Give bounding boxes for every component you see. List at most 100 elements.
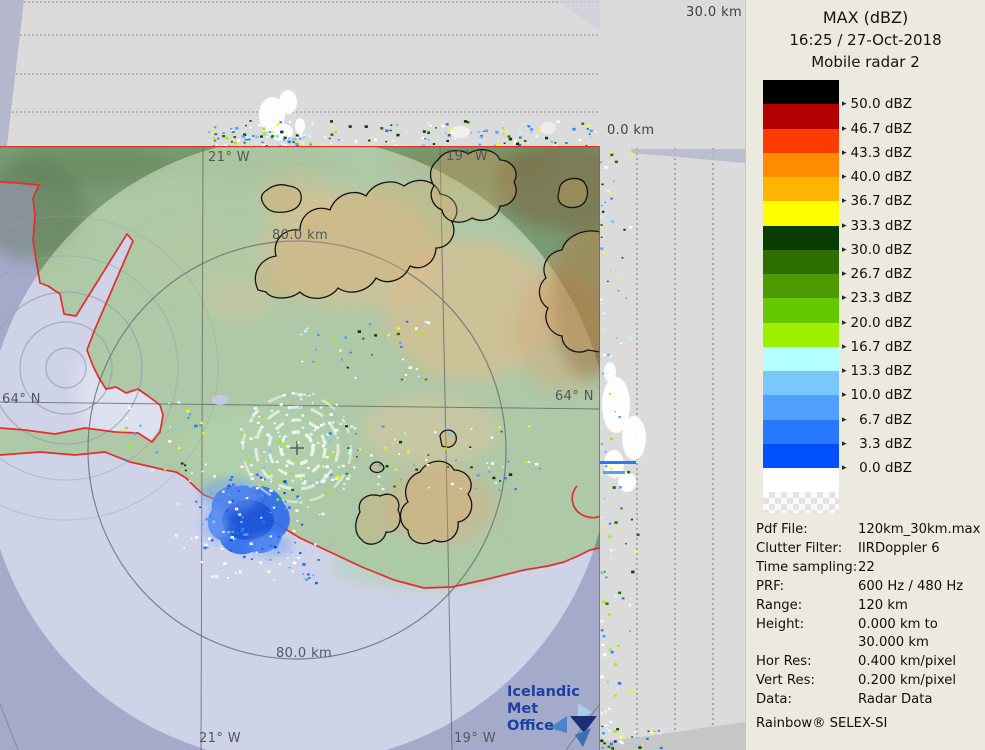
scan-datetime: 16:25 / 27-Oct-2018 bbox=[789, 31, 942, 49]
legend-tick-icon: ▸ bbox=[842, 438, 847, 449]
legend-label-row: ▸ 10.0 dBZ bbox=[842, 387, 974, 404]
legend-tick-icon: ▸ bbox=[842, 366, 847, 376]
map-label: 80.0 km bbox=[276, 646, 333, 661]
legend-label-row: ▸ 0.0 dBZ bbox=[842, 460, 974, 477]
legend-band bbox=[763, 80, 839, 105]
legend-band bbox=[763, 128, 839, 154]
legend-label-row: ▸ 3.3 dBZ bbox=[842, 435, 974, 452]
software-name: Rainbow® SELEX-SI bbox=[756, 716, 888, 732]
top-profile-strip bbox=[0, 0, 600, 148]
info-value: 0.400 km/pixel bbox=[858, 654, 957, 670]
legend-label: 30.0 dBZ bbox=[850, 241, 912, 258]
legend-label: 40.0 dBZ bbox=[850, 169, 912, 185]
legend-band bbox=[763, 249, 839, 275]
legend-tick-icon: ▸ bbox=[842, 463, 847, 473]
legend-label: 6.7 dBZ bbox=[850, 411, 912, 428]
legend-tick-icon: ▸ bbox=[842, 414, 847, 425]
legend-band bbox=[763, 201, 839, 227]
map-label: 0.0 km bbox=[607, 123, 655, 138]
legend-label-row: ▸ 46.7 dBZ bbox=[842, 120, 974, 137]
legend-band bbox=[763, 443, 839, 469]
legend-label: 46.7 dBZ bbox=[850, 120, 912, 137]
info-value: 30.000 km bbox=[858, 635, 929, 651]
legend-tick-icon: ▸ bbox=[842, 196, 847, 207]
info-side-panel: MAX (dBZ) 16:25 / 27-Oct-2018 Mobile rad… bbox=[745, 0, 985, 750]
scan-info-rows: Pdf File: 120km_30km.max Clutter Filter: II… bbox=[756, 521, 984, 710]
scan-info-block: Pdf File: 120km_30km.max Clutter Filter: II… bbox=[756, 521, 984, 734]
legend-band bbox=[763, 419, 839, 445]
legend-label: 36.7 dBZ bbox=[850, 193, 912, 210]
legend-label-row: ▸ 43.3 dBZ bbox=[842, 144, 974, 161]
radar-display-pane: 30.0 km 0.0 km 21° W 19° W 80.0 km 64° N 64° N… bbox=[0, 0, 745, 750]
legend-label: 23.3 dBZ bbox=[850, 290, 912, 307]
legend-label-row: ▸ 50.0 dBZ bbox=[842, 96, 974, 113]
legend-band bbox=[763, 177, 839, 202]
legend-scale: ▸ 50.0 dBZ ▸ 46.7 dBZ ▸ 43.3 dBZ ▸ 40.0 dBZ ▸ 36.… bbox=[763, 80, 978, 525]
legend-tick-icon: ▸ bbox=[842, 99, 847, 110]
legend-band bbox=[763, 104, 839, 130]
info-row: Range: 120 km bbox=[756, 597, 984, 616]
legend-tick-icon: ▸ bbox=[842, 317, 847, 328]
info-row: Hor Res: 0.400 km/pixel bbox=[756, 653, 984, 672]
info-row: PRF: 600 Hz / 480 Hz bbox=[756, 578, 984, 597]
info-value: 0.000 km to bbox=[858, 616, 938, 632]
legend-label-row: ▸ 30.0 dBZ bbox=[842, 241, 974, 258]
legend-band bbox=[763, 274, 839, 299]
info-row: Clutter Filter: IIRDoppler 6 bbox=[756, 540, 984, 559]
info-value: 600 Hz / 480 Hz bbox=[858, 578, 964, 594]
legend-tick-icon: ▸ bbox=[842, 172, 847, 182]
legend-label-row: ▸ 20.0 dBZ bbox=[842, 314, 974, 331]
legend-band-transparent bbox=[763, 492, 839, 514]
info-row: Data: Radar Data bbox=[756, 691, 984, 710]
info-row: Vert Res: 0.200 km/pixel bbox=[756, 672, 984, 691]
imo-logo-line2: Office bbox=[507, 718, 554, 734]
legend-label-row: ▸ 16.7 dBZ bbox=[842, 338, 974, 355]
info-value: 120 km bbox=[858, 597, 908, 613]
legend-label-row: ▸ 40.0 dBZ bbox=[842, 169, 974, 186]
info-label: Range: bbox=[756, 597, 803, 613]
imo-logo-line1: Icelandic Met bbox=[507, 684, 580, 717]
info-label: PRF: bbox=[756, 578, 785, 594]
map-label: 64° N bbox=[2, 392, 41, 407]
info-row: Time sampling:22 bbox=[756, 559, 984, 578]
info-label: Height: bbox=[756, 616, 805, 632]
map-label: 19° W bbox=[454, 731, 497, 746]
legend-band bbox=[763, 225, 839, 251]
legend-tick-icon: ▸ bbox=[842, 341, 847, 352]
legend-tick-icon: ▸ bbox=[842, 269, 847, 279]
info-label: Hor Res: bbox=[756, 654, 812, 670]
info-value: 120km_30km.max bbox=[858, 522, 981, 537]
info-value: 22 bbox=[858, 559, 875, 575]
info-label: Pdf File: bbox=[756, 522, 808, 537]
info-value: 0.200 km/pixel bbox=[858, 673, 957, 689]
side-profile-strip bbox=[600, 146, 745, 750]
legend-label: 3.3 dBZ bbox=[850, 435, 912, 452]
info-row: 30.000 km bbox=[756, 634, 984, 653]
legend-band bbox=[763, 371, 839, 396]
legend-label-row: ▸ 13.3 dBZ bbox=[842, 363, 974, 380]
legend-band bbox=[763, 395, 839, 421]
map-label: 21° W bbox=[199, 731, 242, 746]
legend-tick-icon: ▸ bbox=[842, 244, 847, 255]
info-label: Vert Res: bbox=[756, 673, 815, 689]
map-label: 21° W bbox=[208, 150, 251, 165]
legend-band bbox=[763, 152, 839, 178]
legend-label: 26.7 dBZ bbox=[850, 266, 912, 282]
legend-label: 43.3 dBZ bbox=[850, 144, 912, 161]
legend-tick-icon: ▸ bbox=[842, 147, 847, 158]
radar-map-canvas bbox=[0, 0, 745, 750]
legend-tick-icon: ▸ bbox=[842, 390, 847, 401]
legend-label: 33.3 dBZ bbox=[850, 217, 912, 234]
legend-label-row: ▸ 26.7 dBZ bbox=[842, 266, 974, 283]
legend-band bbox=[763, 298, 839, 324]
panel-header: MAX (dBZ) 16:25 / 27-Oct-2018 Mobile rad… bbox=[746, 0, 985, 73]
legend-label: 50.0 dBZ bbox=[850, 96, 912, 113]
legend-label: 16.7 dBZ bbox=[850, 338, 912, 355]
map-label: 80.0 km bbox=[272, 228, 329, 243]
product-title: MAX (dBZ) bbox=[822, 8, 909, 27]
map-label: 64° N bbox=[555, 389, 594, 404]
legend-label: 0.0 dBZ bbox=[850, 460, 912, 476]
legend-label-row: ▸ 33.3 dBZ bbox=[842, 217, 974, 234]
info-label: Data: bbox=[756, 692, 792, 708]
legend-tick-icon: ▸ bbox=[842, 123, 847, 134]
